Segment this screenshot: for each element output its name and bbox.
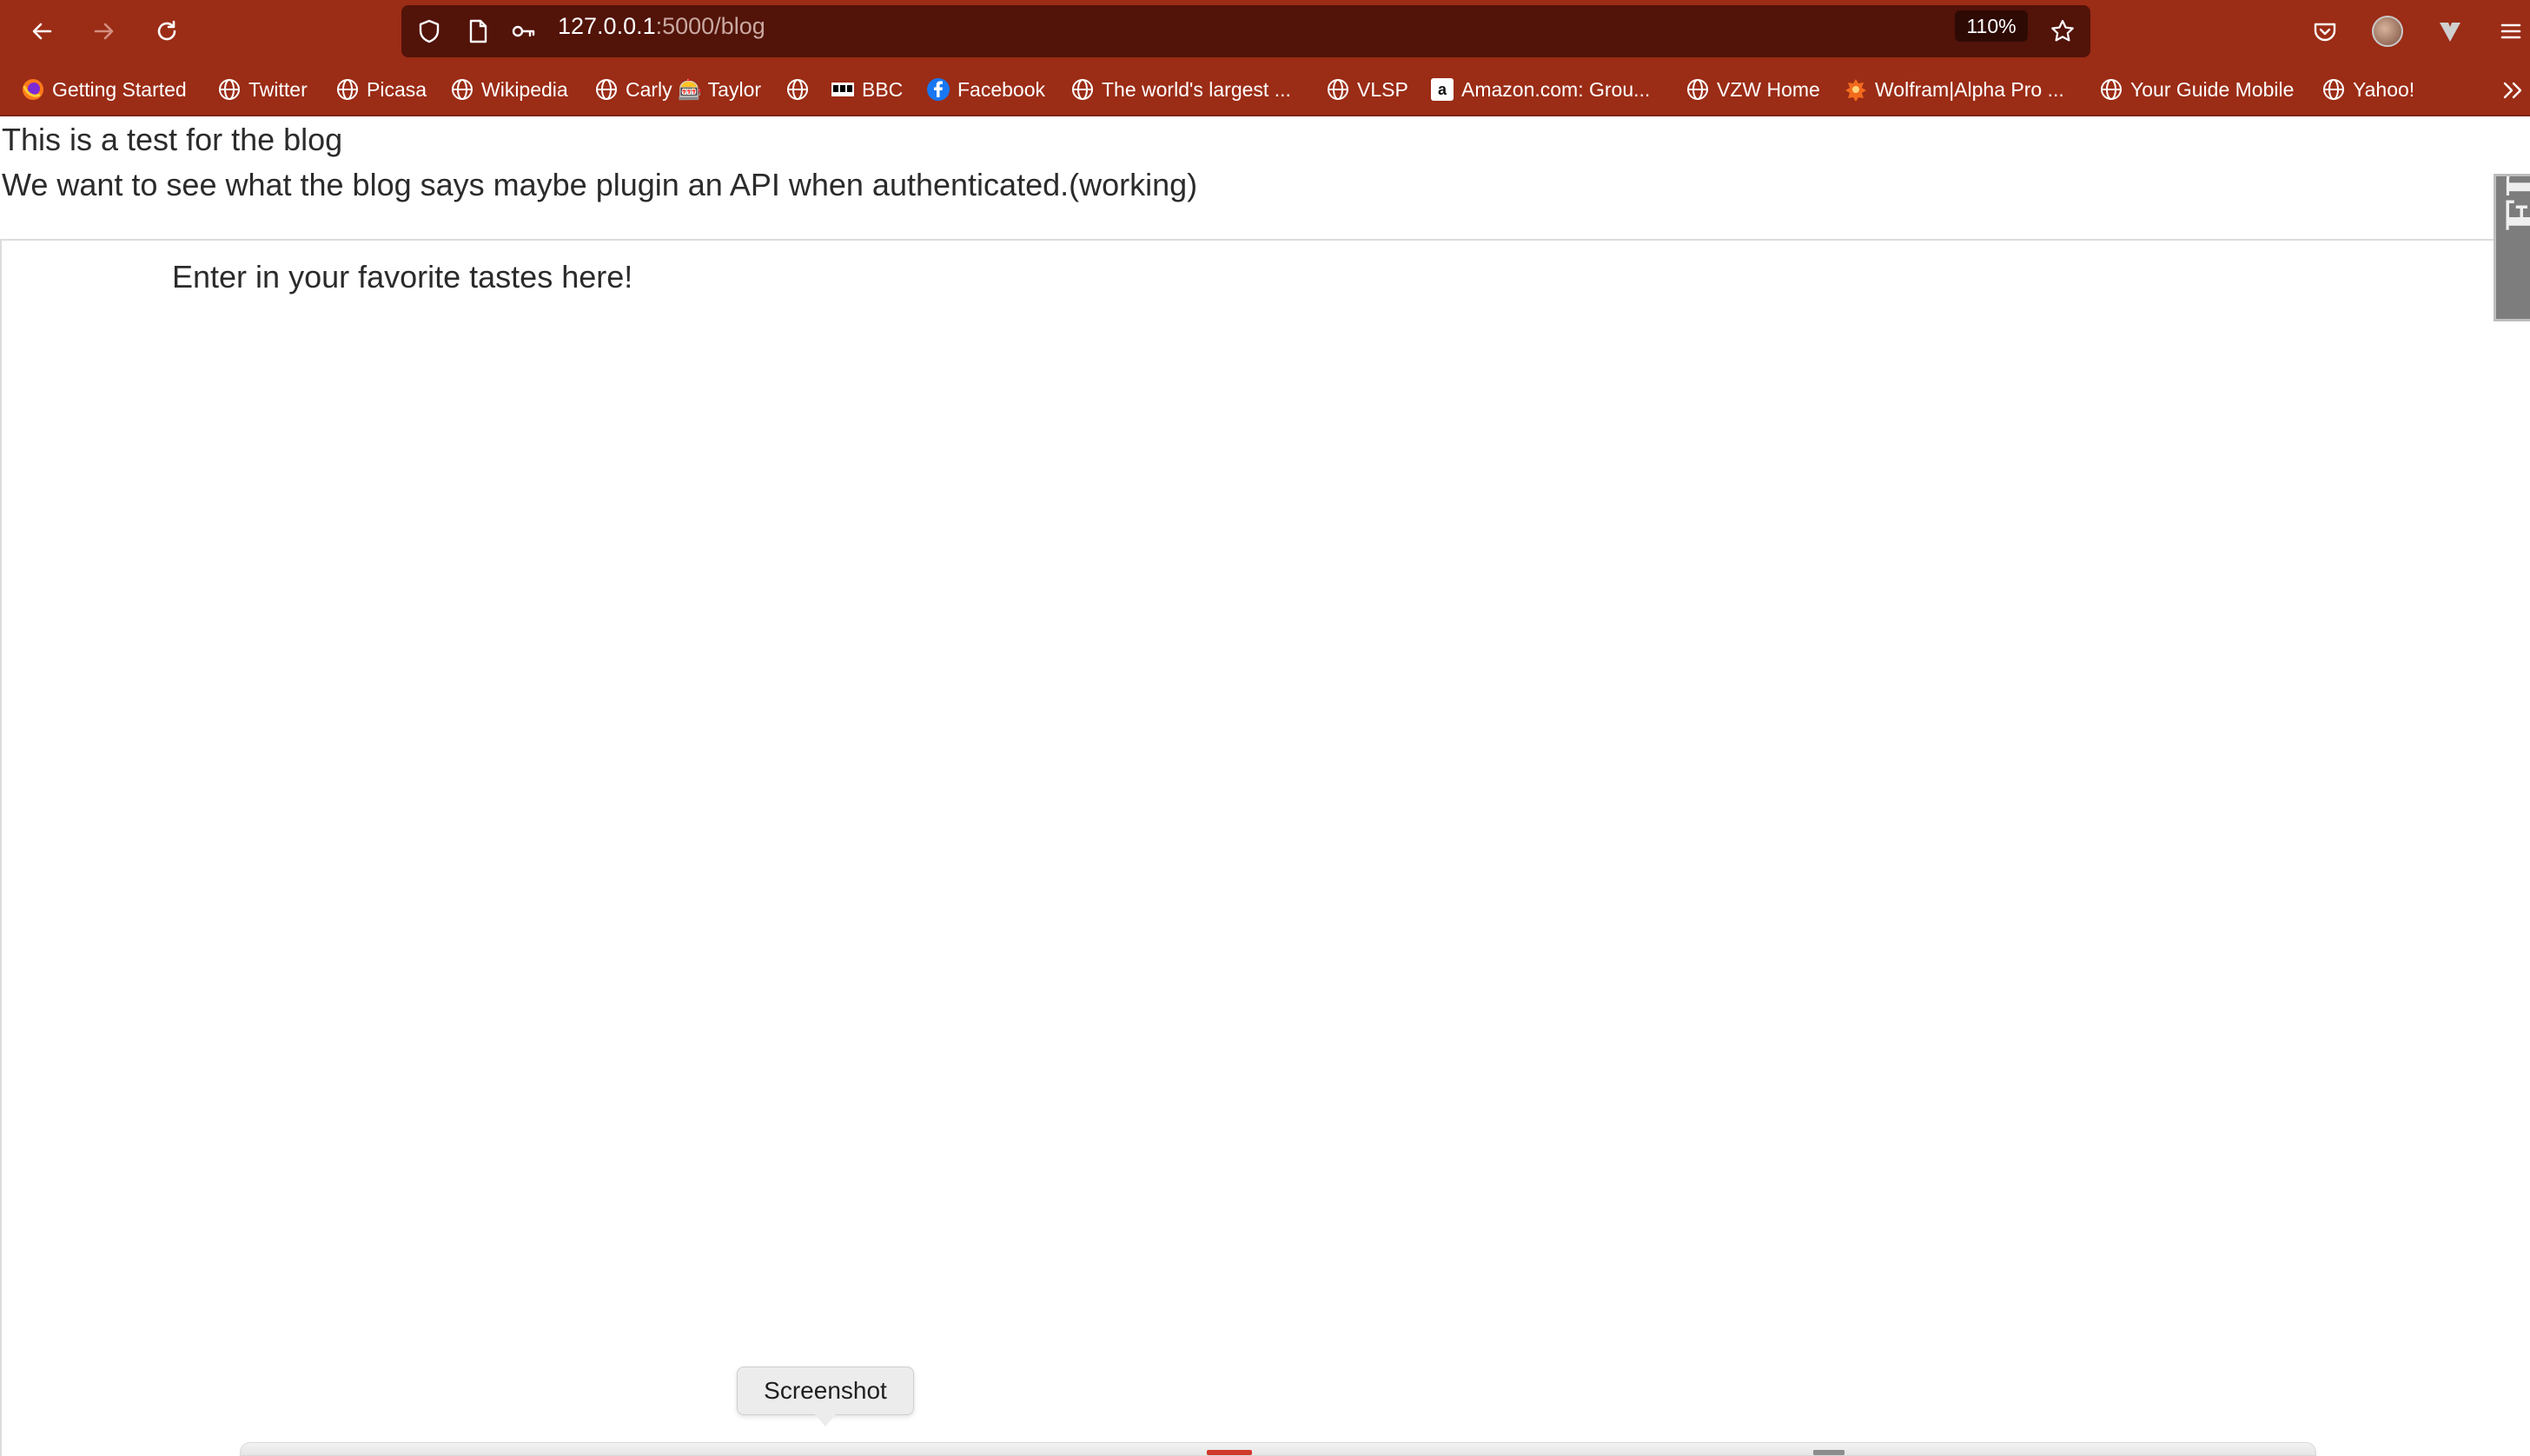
bookmark-carly-taylor[interactable]: Carly 🎰 Taylor [594, 74, 761, 105]
bookmark-label: Your Guide Mobile [2130, 77, 2295, 101]
url-text[interactable]: 127.0.0.1:5000/blog [558, 0, 765, 52]
favorite-tastes-prompt: Enter in your favorite tastes here! [172, 259, 633, 295]
bookmark-label: Amazon.com: Grou... [1461, 77, 1651, 101]
url-path: :5000/blog [655, 13, 765, 39]
globe-icon [450, 77, 474, 102]
tooltip-tail [815, 1414, 836, 1426]
bookmark-your-guide-mobile[interactable]: Your Guide Mobile [2099, 74, 2294, 105]
globe-icon [1686, 77, 1710, 102]
url-host: 127.0.0.1 [558, 13, 656, 39]
pocket-icon [2314, 23, 2336, 42]
macos-dock [240, 1442, 2316, 1456]
hamburger-icon [2500, 23, 2521, 39]
bookmark-label: The world's largest ... [1102, 77, 1291, 101]
bookmark-label: Carly 🎰 Taylor [626, 77, 762, 101]
screenshot-tooltip: Screenshot [737, 1367, 914, 1415]
bookmark-label: BBC [862, 77, 904, 101]
bookmark-wolfram-alpha[interactable]: Wolfram|Alpha Pro ... [1844, 74, 2064, 105]
arrow-left-icon [32, 23, 52, 40]
bookmark-label: Wolfram|Alpha Pro ... [1875, 77, 2064, 101]
bookmark-label: VLSP [1357, 77, 1408, 101]
browser-toolbar: 127.0.0.1:5000/blog 110% [0, 0, 2530, 63]
globe-icon [1070, 77, 1095, 102]
globe-icon [217, 77, 242, 102]
bookmark-amazon[interactable]: a Amazon.com: Grou... [1430, 74, 1650, 105]
star-icon [2051, 19, 2074, 42]
blog-heading-text: This is a test for the blog [2, 122, 343, 157]
amazon-icon: a [1430, 77, 1454, 102]
bookmark-getting-started[interactable]: Getting Started [21, 74, 187, 105]
pocket-button[interactable] [2308, 14, 2342, 49]
reload-icon [157, 20, 176, 41]
globe-icon [2099, 77, 2123, 102]
forward-button[interactable] [83, 10, 125, 52]
edge-tab-mark: EDT [2498, 176, 2530, 232]
bookmark-picasa[interactable]: Picasa [335, 74, 427, 105]
globe-icon [2321, 77, 2346, 102]
reload-button[interactable] [146, 10, 188, 52]
arrow-right-icon [94, 23, 114, 40]
vuetify-icon [2440, 23, 2460, 42]
key-icon[interactable] [507, 16, 539, 47]
chevron-double-right-icon [2503, 82, 2522, 99]
svg-text:a: a [1438, 81, 1447, 98]
globe-icon [1326, 77, 1350, 102]
back-button[interactable] [21, 10, 63, 52]
bookmark-label: Twitter [248, 77, 308, 101]
menu-button[interactable] [2494, 14, 2528, 49]
bookmark-bbc[interactable]: BBC [831, 74, 903, 105]
bookmark-label: Getting Started [52, 77, 187, 101]
bookmark-yahoo[interactable]: Yahoo! [2321, 74, 2414, 105]
facebook-icon [926, 77, 950, 102]
globe-icon [335, 77, 360, 102]
bookmark-untitled[interactable] [785, 74, 810, 105]
bookmark-wikipedia[interactable]: Wikipedia [450, 74, 568, 105]
bbc-icon [831, 77, 855, 102]
bookmark-label: Wikipedia [481, 77, 568, 101]
bookmark-label: Yahoo! [2353, 77, 2415, 101]
dock-app-indicator[interactable] [1207, 1450, 1252, 1455]
bookmark-label: VZW Home [1717, 77, 1820, 101]
account-avatar[interactable] [2372, 16, 2403, 47]
embedded-frame [0, 239, 2530, 1456]
extension-button[interactable] [2433, 14, 2467, 49]
dock-app-indicator[interactable] [1813, 1450, 1845, 1455]
bookmark-vzw-home[interactable]: VZW Home [1686, 74, 1820, 105]
bookmark-label: Facebook [957, 77, 1046, 101]
shield-icon[interactable] [414, 16, 445, 47]
globe-icon [785, 77, 810, 102]
firefox-icon [21, 77, 45, 102]
page-icon[interactable] [462, 16, 493, 47]
bookmark-label: Picasa [367, 77, 427, 101]
bookmarks-overflow-button[interactable] [2500, 75, 2527, 106]
bookmark-worlds-largest[interactable]: The world's largest ... [1070, 74, 1291, 105]
globe-icon [594, 77, 619, 102]
bookmark-star-button[interactable] [2045, 14, 2080, 49]
bookmark-twitter[interactable]: Twitter [217, 74, 308, 105]
bookmark-vlsp[interactable]: VLSP [1326, 74, 1408, 105]
blog-description-text: We want to see what the blog says maybe … [2, 167, 1198, 202]
bookmark-facebook[interactable]: Facebook [926, 74, 1045, 105]
bookmarks-bar: Getting Started Twitter Picasa Wikipedia… [0, 63, 2530, 116]
wolfram-icon [1844, 77, 1868, 102]
side-edge-tab[interactable]: EDT [2494, 174, 2530, 321]
zoom-level[interactable]: 110% [1955, 10, 2028, 42]
